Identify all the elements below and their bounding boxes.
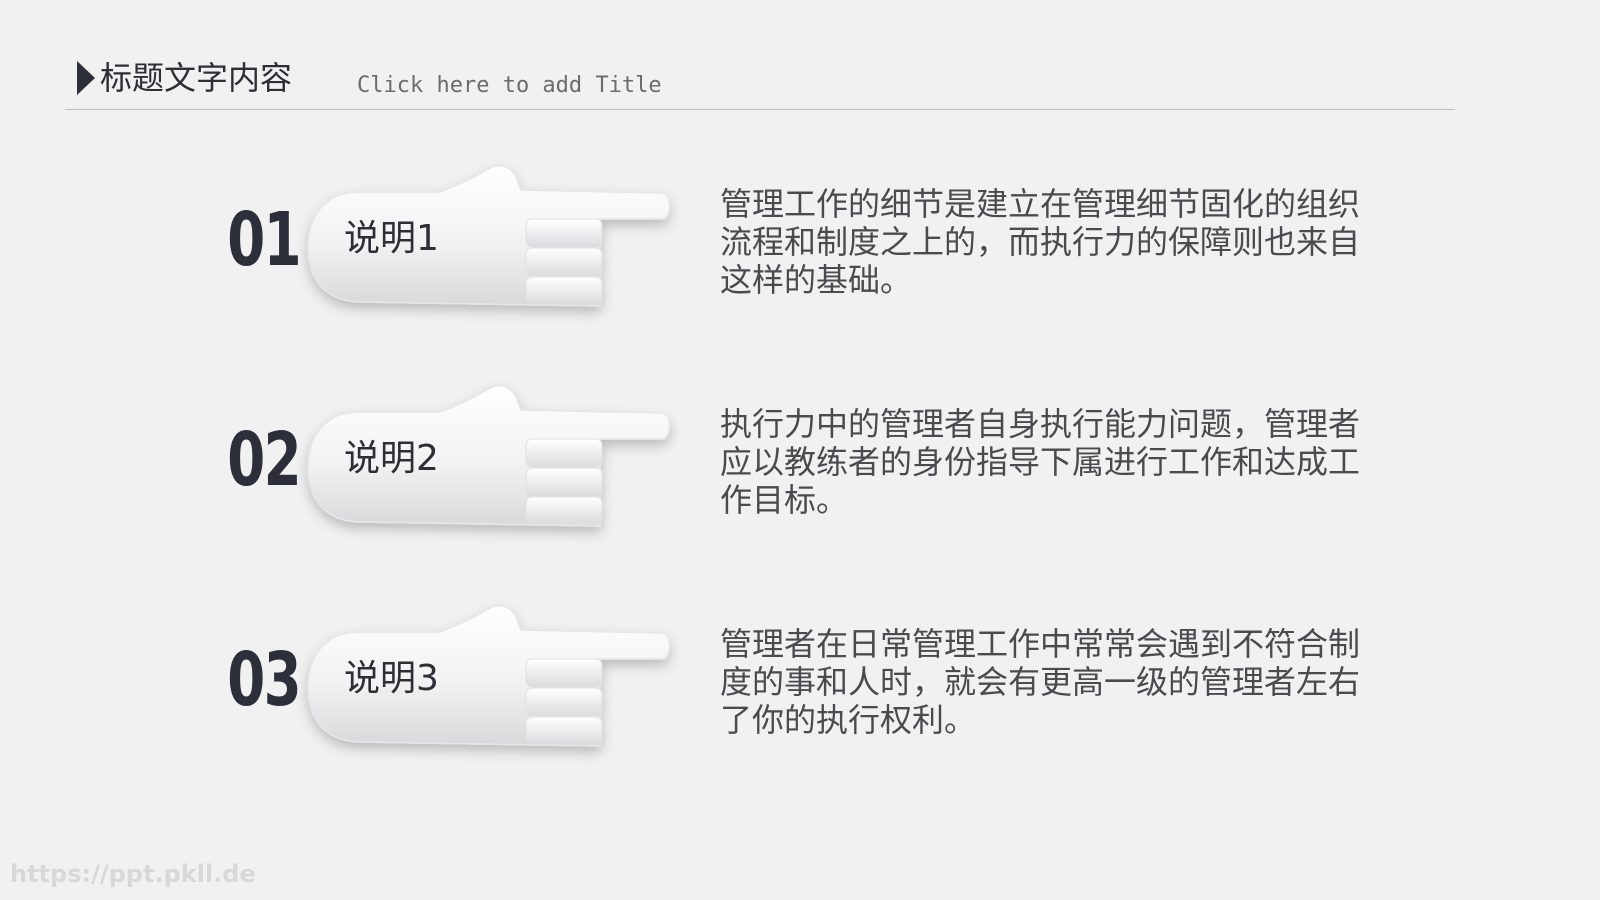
item-number: 03 <box>227 637 301 723</box>
list-item-2: 02 说明2 执行力中的管理者自身执行能力问题，管理者应以教练者的身份指导下属进… <box>0 375 1600 575</box>
item-number: 01 <box>227 197 301 283</box>
item-description[interactable]: 管理者在日常管理工作中常常会遇到不符合制度的事和人时，就会有更高一级的管理者左右… <box>720 625 1380 739</box>
item-label[interactable]: 说明1 <box>344 215 439 263</box>
page-title[interactable]: 标题文字内容 <box>100 58 292 98</box>
list-item-1: 01 说明1 管理工作的细节是建立在管理细节固化的组织流程和制度之上的，而执行力… <box>0 155 1600 355</box>
item-label[interactable]: 说明3 <box>344 655 439 703</box>
item-label[interactable]: 说明2 <box>344 435 439 483</box>
title-placeholder[interactable]: Click here to add Title <box>357 72 662 100</box>
header-divider <box>65 109 1455 110</box>
item-description[interactable]: 管理工作的细节是建立在管理细节固化的组织流程和制度之上的，而执行力的保障则也来自… <box>720 185 1380 299</box>
item-number: 02 <box>227 417 301 503</box>
item-description[interactable]: 执行力中的管理者自身执行能力问题，管理者应以教练者的身份指导下属进行工作和达成工… <box>720 405 1380 519</box>
watermark: https://ppt.pkll.de <box>10 860 256 888</box>
triangle-marker-icon <box>77 61 95 95</box>
list-item-3: 03 说明3 管理者在日常管理工作中常常会遇到不符合制度的事和人时，就会有更高一… <box>0 595 1600 795</box>
